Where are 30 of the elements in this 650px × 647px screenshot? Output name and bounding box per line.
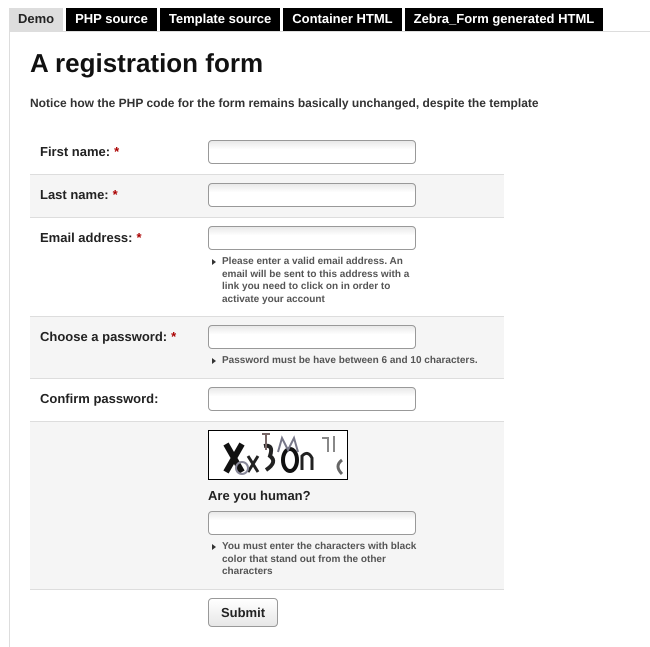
input-field[interactable] [208,325,416,350]
input-field[interactable] [208,226,416,250]
hint-text: You must enter the characters with black color that stand out from the other characters [222,541,417,579]
input-field[interactable] [208,386,416,411]
bullet-icon [212,259,216,266]
bullet-icon [212,544,216,550]
required-asterisk: * [171,329,176,344]
tab[interactable]: Demo [9,8,64,31]
submit-button[interactable]: Submit [208,598,278,628]
tab[interactable]: Container HTML [283,8,402,31]
page-title: A registration form [30,48,264,80]
tab[interactable]: PHP source [66,8,157,31]
input-field[interactable] [208,183,416,208]
field-label: Choose a password: [40,329,168,344]
hint-text: Password must be have between 6 and 10 characters. [222,355,478,368]
bullet-icon [212,358,216,364]
required-asterisk: * [112,187,118,202]
required-asterisk: * [136,230,142,246]
hint-text: Please enter a valid email address. An email will be sent to this address with a link you need to click on in order to activate your account [222,256,410,306]
tab[interactable]: Zebra_Form generated HTML [404,8,604,31]
input-field[interactable] [208,511,416,536]
field-label: Email address: [40,230,132,246]
field-label: Are you human? [208,486,312,505]
field-label: Confirm password: [40,390,158,406]
tab[interactable]: Template source [160,8,280,31]
required-asterisk: * [114,144,120,160]
intro-text: Notice how the PHP code for the form remains basically unchanged, despite the template [30,95,540,112]
field-label: Last name: [40,187,109,202]
field-label: First name: [40,144,110,160]
input-field[interactable] [208,140,416,164]
